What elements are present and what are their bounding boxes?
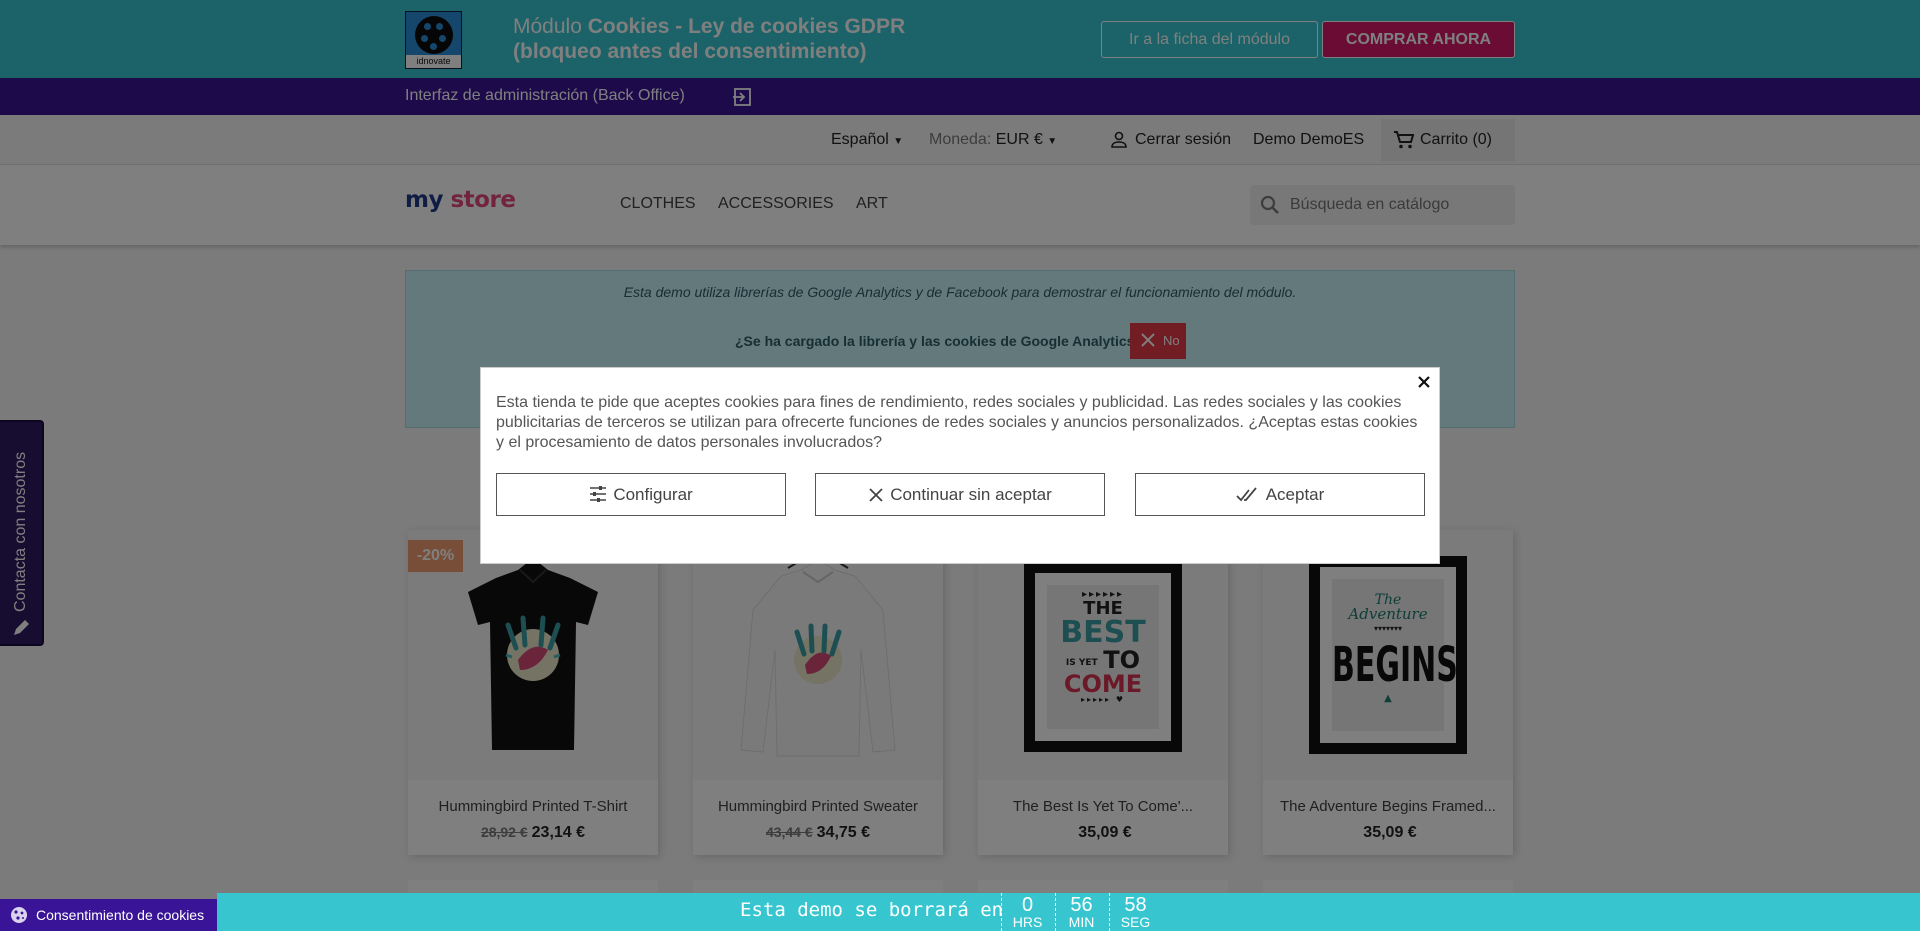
cookie-consent-modal: Esta tienda te pide que aceptes cookies … [480,367,1440,564]
countdown-minutes: 56 MIN [1055,893,1107,931]
double-check-icon [1236,487,1257,502]
countdown-seconds: 58 SEG [1109,893,1161,931]
accept-button[interactable]: Aceptar [1135,473,1425,516]
cookie-icon [11,907,27,923]
demo-countdown-bar: Esta demo se borrará en 0 HRS 56 MIN 58 SEG [217,893,1920,931]
close-icon[interactable] [1416,374,1432,390]
continue-without-accepting-button[interactable]: Continuar sin aceptar [815,473,1105,516]
cookie-message: Esta tienda te pide que aceptes cookies … [496,394,1418,451]
configure-button[interactable]: Configurar [496,473,786,516]
sliders-icon [590,486,607,502]
cookie-consent-badge[interactable]: Consentimiento de cookies [0,899,217,931]
countdown-hours: 0 HRS [1001,893,1053,931]
countdown-label: Esta demo se borrará en [740,899,1004,921]
close-icon [869,488,883,502]
